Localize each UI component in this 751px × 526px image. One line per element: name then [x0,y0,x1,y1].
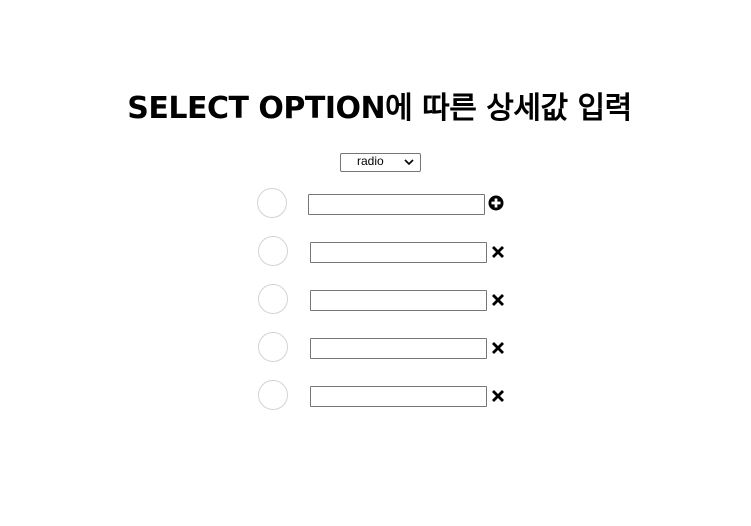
radio-circle[interactable] [257,188,287,218]
close-icon[interactable] [490,340,506,356]
option-value-input[interactable] [310,386,487,407]
radio-circle[interactable] [258,284,288,314]
option-row [0,234,751,274]
radio-circle[interactable] [258,236,288,266]
option-value-input[interactable] [310,338,487,359]
option-row [0,282,751,322]
page-title: SELECT OPTION에 따른 상세값 입력 [127,91,632,126]
option-value-input[interactable] [310,242,487,263]
radio-circle[interactable] [258,380,288,410]
option-value-input[interactable] [310,290,487,311]
type-select-value: radio [357,154,384,168]
option-row [0,186,751,226]
radio-circle[interactable] [258,332,288,362]
close-icon[interactable] [490,244,506,260]
close-icon[interactable] [490,388,506,404]
type-select[interactable]: radio [340,153,421,172]
chevron-down-icon [404,159,414,166]
option-row [0,330,751,370]
close-icon[interactable] [490,292,506,308]
option-row [0,378,751,418]
plus-circle-icon[interactable] [488,195,504,211]
option-value-input[interactable] [308,194,485,215]
